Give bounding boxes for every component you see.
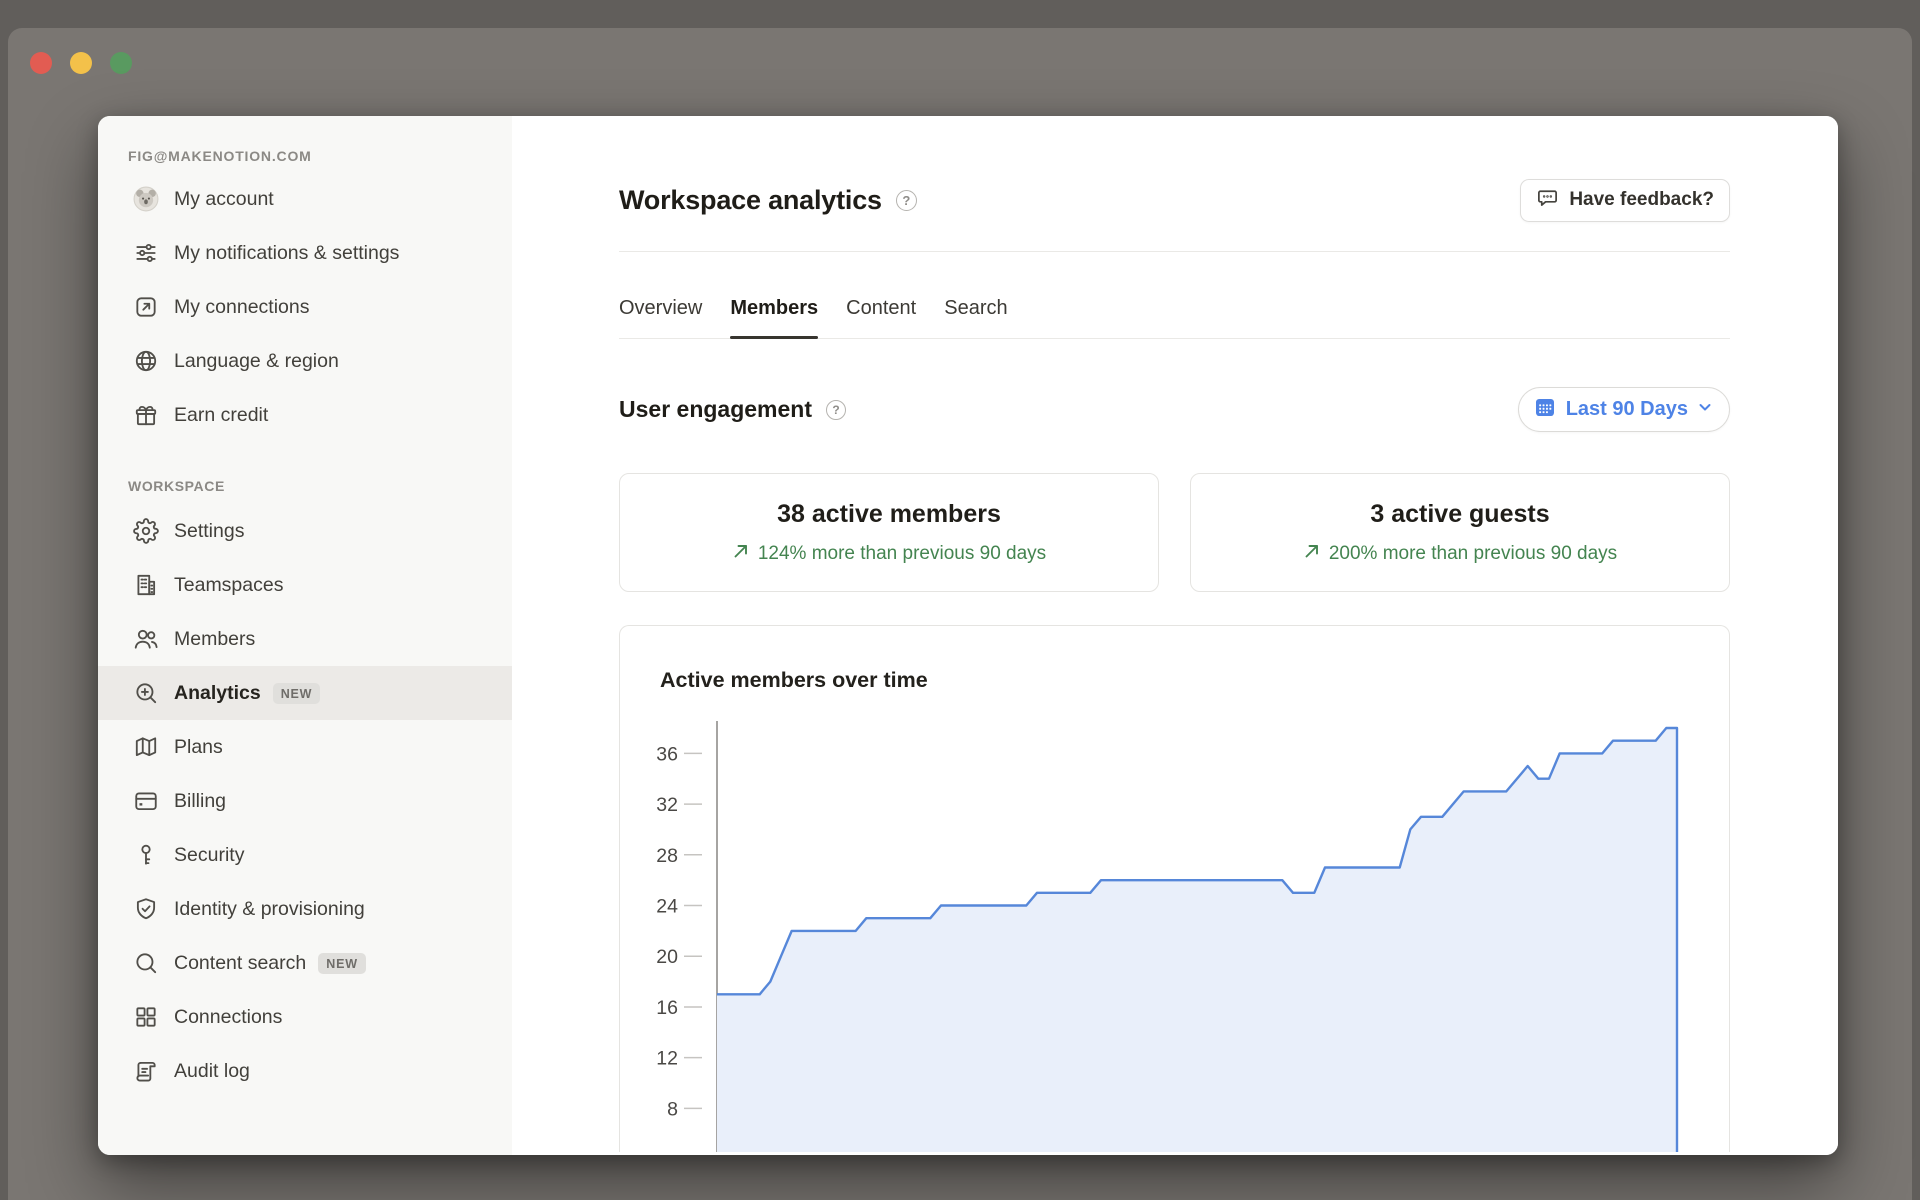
sidebar-item-label: Audit log: [174, 1059, 250, 1083]
sidebar-item-label: Plans: [174, 735, 223, 759]
chart-plot: 36 32 28 24 20 16 12 8: [620, 626, 1729, 1152]
scroll-icon: [132, 1057, 160, 1085]
sidebar-item-audit-log[interactable]: Audit log: [98, 1044, 512, 1098]
sidebar-item-label: Teamspaces: [174, 573, 283, 597]
app-window: FIG@MAKENOTION.COM My account My notifica…: [8, 28, 1912, 1200]
sidebar-nav: My account My notifications & settings My …: [98, 172, 512, 1098]
tab-content[interactable]: Content: [846, 296, 916, 338]
sidebar-item-label: Identity & provisioning: [174, 897, 365, 921]
sliders-icon: [132, 239, 160, 267]
sidebar-item-plans[interactable]: Plans: [98, 720, 512, 774]
analytics-tabs: Overview Members Content Search: [619, 296, 1730, 339]
sidebar-item-label: Language & region: [174, 349, 339, 373]
sidebar-item-identity-provisioning[interactable]: Identity & provisioning: [98, 882, 512, 936]
sidebar-item-language-region[interactable]: Language & region: [98, 334, 512, 388]
svg-text:28: 28: [656, 845, 678, 867]
key-icon: [132, 841, 160, 869]
trend-up-icon: [1303, 542, 1321, 566]
stat-card-active-members: 38 active members 124% more than previou…: [619, 473, 1159, 592]
zoom-button[interactable]: [110, 52, 132, 74]
sidebar-item-label: Members: [174, 627, 255, 651]
window-controls: [30, 52, 132, 74]
feedback-label: Have feedback?: [1569, 189, 1714, 211]
help-icon[interactable]: ?: [826, 400, 846, 420]
sidebar-item-label: Settings: [174, 519, 244, 543]
sidebar-item-settings[interactable]: Settings: [98, 504, 512, 558]
stat-value: 3 active guests: [1370, 500, 1549, 529]
header-divider: [619, 251, 1730, 252]
sidebar-item-connections[interactable]: Connections: [98, 990, 512, 1044]
building-icon: [132, 571, 160, 599]
date-range-value: Last 90 Days: [1566, 398, 1688, 421]
arrow-out-box-icon: [132, 293, 160, 321]
desktop-backdrop: FIG@MAKENOTION.COM My account My notifica…: [0, 0, 1920, 1200]
chevron-down-icon: [1697, 398, 1713, 421]
svg-text:24: 24: [656, 896, 678, 918]
svg-text:16: 16: [656, 997, 678, 1019]
stat-delta: 200% more than previous 90 days: [1329, 543, 1617, 565]
sidebar-item-label: My connections: [174, 295, 309, 319]
search-icon: [132, 949, 160, 977]
sidebar-item-security[interactable]: Security: [98, 828, 512, 882]
speech-bubble-icon: [1536, 186, 1559, 215]
map-icon: [132, 733, 160, 761]
section-title-user-engagement: User engagement: [619, 396, 812, 423]
svg-text:8: 8: [667, 1098, 678, 1120]
analytics-pane: Workspace analytics ? Have feedback?: [512, 116, 1838, 1155]
settings-dialog: FIG@MAKENOTION.COM My account My notifica…: [98, 116, 1838, 1155]
sidebar-item-label: My account: [174, 187, 274, 211]
tab-search[interactable]: Search: [944, 296, 1007, 338]
sidebar-item-teamspaces[interactable]: Teamspaces: [98, 558, 512, 612]
stat-value: 38 active members: [777, 500, 1001, 529]
account-email: FIG@MAKENOTION.COM: [98, 146, 512, 166]
help-icon[interactable]: ?: [896, 190, 917, 211]
trend-up-icon: [732, 542, 750, 566]
new-badge: NEW: [273, 683, 321, 704]
tab-overview[interactable]: Overview: [619, 296, 702, 338]
calendar-icon: [1533, 395, 1557, 425]
gear-icon: [132, 517, 160, 545]
chart-title: Active members over time: [660, 668, 928, 693]
sidebar-item-content-search[interactable]: Content search NEW: [98, 936, 512, 990]
grid-icon: [132, 1003, 160, 1031]
credit-card-icon: [132, 787, 160, 815]
gift-icon: [132, 401, 160, 429]
svg-text:20: 20: [656, 946, 678, 968]
page-title: Workspace analytics: [619, 185, 882, 216]
sidebar-item-label: My notifications & settings: [174, 241, 399, 265]
svg-text:36: 36: [656, 743, 678, 765]
svg-text:12: 12: [656, 1048, 678, 1070]
stat-card-active-guests: 3 active guests 200% more than previous …: [1190, 473, 1730, 592]
sidebar-item-label: Connections: [174, 1005, 282, 1029]
settings-sidebar: FIG@MAKENOTION.COM My account My notifica…: [98, 116, 512, 1155]
tab-members[interactable]: Members: [730, 296, 818, 338]
minimize-button[interactable]: [70, 52, 92, 74]
sidebar-item-label: Analytics: [174, 681, 261, 705]
sidebar-item-my-connections[interactable]: My connections: [98, 280, 512, 334]
new-badge: NEW: [318, 953, 366, 974]
globe-icon: [132, 347, 160, 375]
date-range-selector[interactable]: Last 90 Days: [1518, 387, 1730, 432]
sidebar-section-heading: WORKSPACE: [98, 478, 512, 494]
have-feedback-button[interactable]: Have feedback?: [1520, 179, 1730, 222]
sidebar-item-label: Earn credit: [174, 403, 268, 427]
close-button[interactable]: [30, 52, 52, 74]
users-icon: [132, 625, 160, 653]
sidebar-item-earn-credit[interactable]: Earn credit: [98, 388, 512, 442]
sidebar-item-label: Billing: [174, 789, 226, 813]
sidebar-item-analytics[interactable]: Analytics NEW: [98, 666, 512, 720]
shield-check-icon: [132, 895, 160, 923]
avatar-icon: [132, 185, 160, 213]
svg-text:32: 32: [656, 794, 678, 816]
zoom-in-icon: [132, 679, 160, 707]
sidebar-item-members[interactable]: Members: [98, 612, 512, 666]
sidebar-item-label: Security: [174, 843, 244, 867]
sidebar-item-label: Content search: [174, 951, 306, 975]
sidebar-item-my-notifications-settings[interactable]: My notifications & settings: [98, 226, 512, 280]
sidebar-item-billing[interactable]: Billing: [98, 774, 512, 828]
active-members-chart-card: 36 32 28 24 20 16 12 8 Active members over time: [619, 625, 1730, 1152]
sidebar-item-my-account[interactable]: My account: [98, 172, 512, 226]
stat-delta: 124% more than previous 90 days: [758, 543, 1046, 565]
